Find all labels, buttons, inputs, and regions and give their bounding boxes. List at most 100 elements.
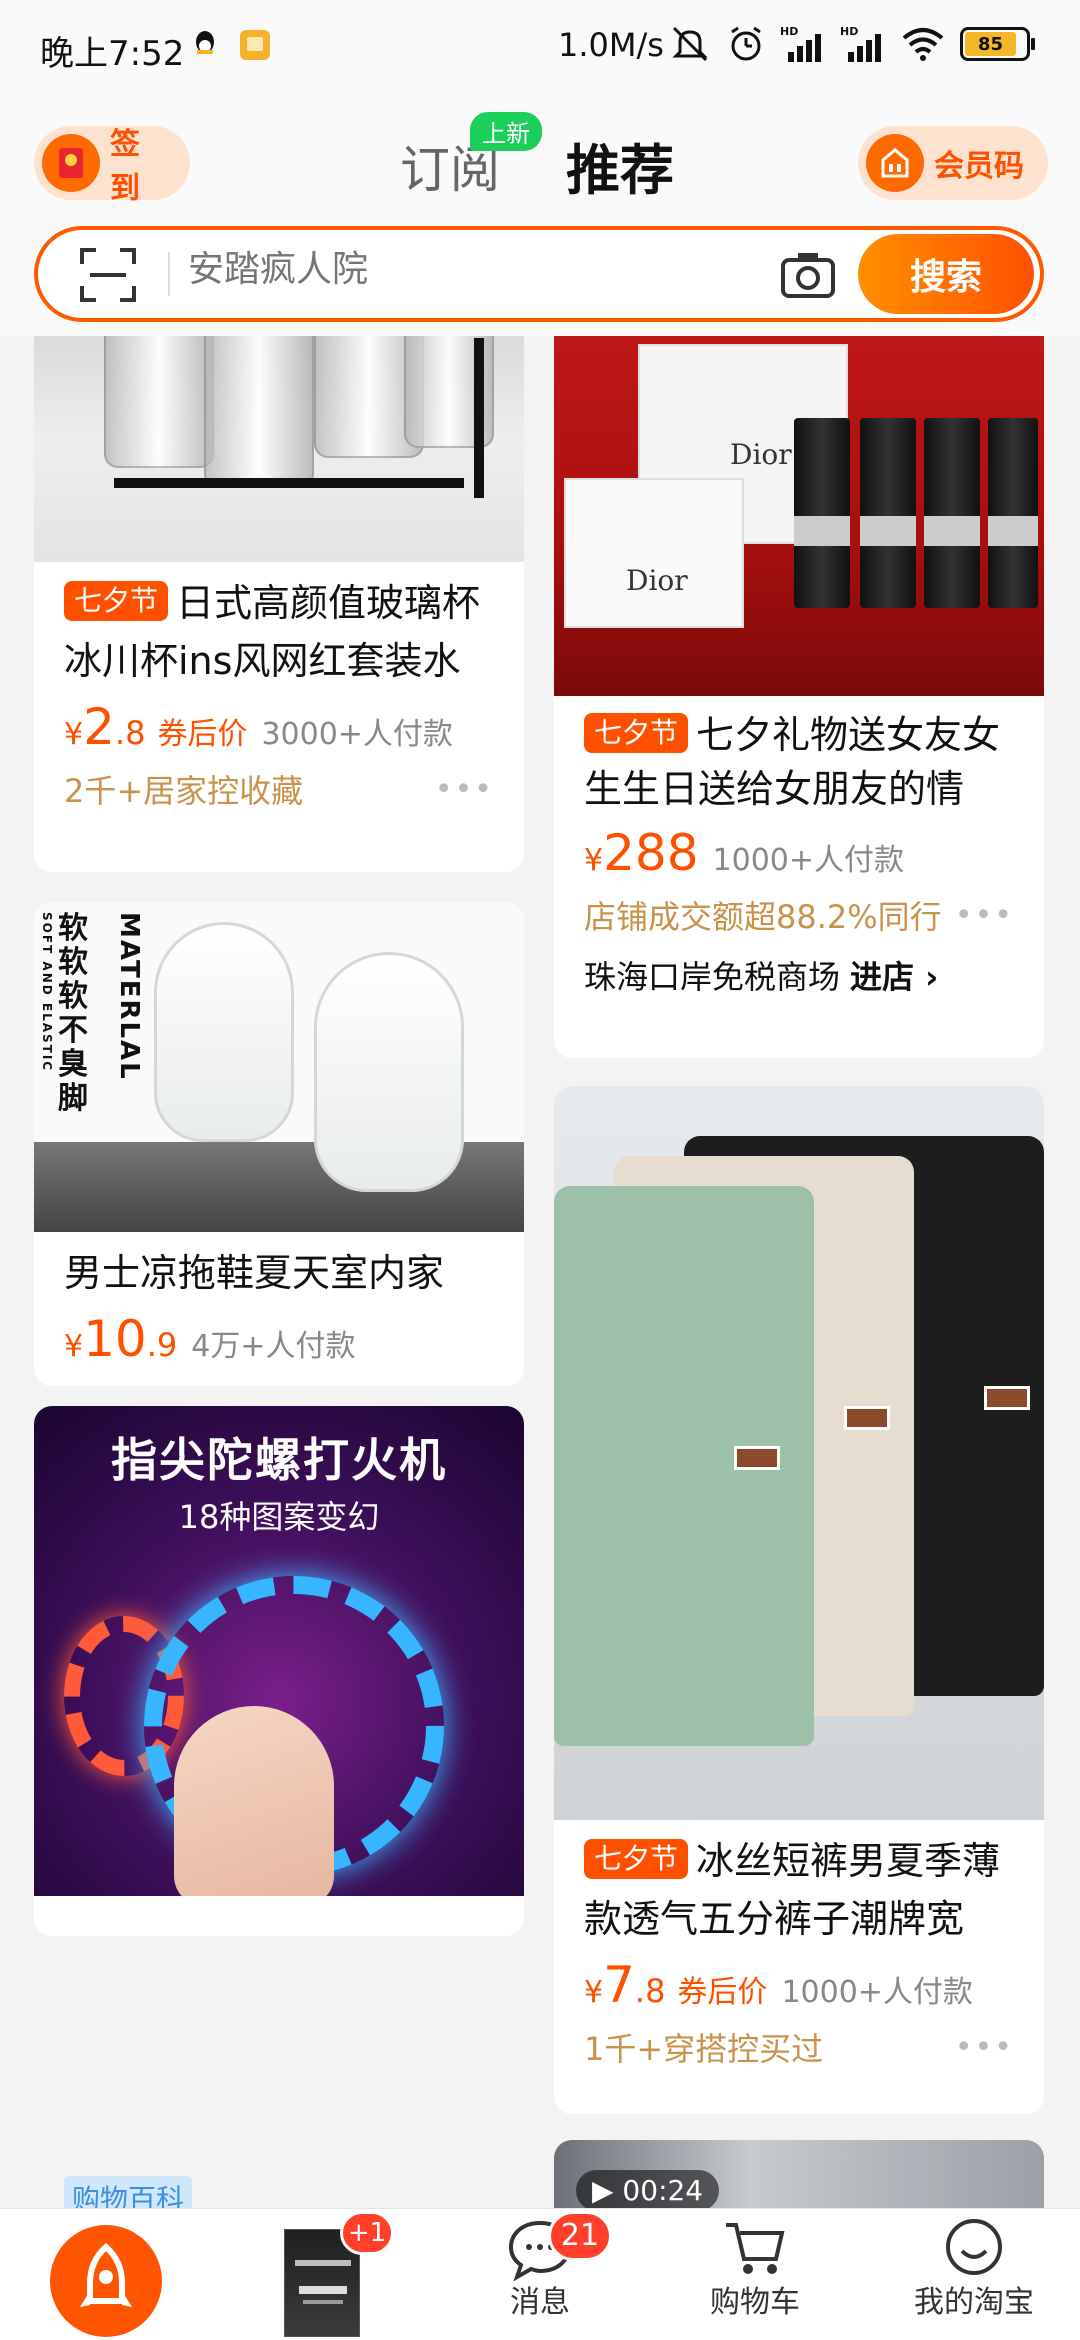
book-badge: +1 [340,2211,394,2255]
price-row: ¥288 1000+人付款 [584,824,905,882]
header: 晚上7:52 1.0M/s HD HD 85 签到 订阅 上新 推荐 会员码 安… [0,0,1080,336]
more-icon[interactable]: ••• [955,2030,1014,2065]
bought-note: 1千+穿搭控买过 [584,2030,824,2068]
product-image-slipper: 软软软不臭脚 MATERLAL SOFT AND ELASTIC [34,902,524,1232]
signin-label: 签到 [110,127,140,206]
product-card-spinner[interactable]: 指尖陀螺打火机 18种图案变幻 [34,1406,524,1936]
sub-row: 店铺成交额超88.2%同行 ••• [554,892,1044,938]
network-speed: 1.0M/s [558,26,664,64]
price-row: ¥10.9 4万+人付款 [64,1310,356,1368]
camera-icon[interactable] [780,250,836,300]
product-title: 七夕节 七夕礼物送女友女生生日送给女朋友的情 [584,713,1001,811]
qq-icon [196,31,214,54]
shop-rank-note: 店铺成交额超88.2%同行 [584,898,942,936]
sub-row: 1千+穿搭控买过 ••• [554,2024,1044,2070]
product-image-spinner: 指尖陀螺打火机 18种图案变幻 [34,1406,524,1896]
bottom-tab-bar: +1 消息 21 购物车 我的淘宝 [0,2208,1080,2340]
svg-text:HD: HD [840,25,858,38]
image-text-en-small: SOFT AND ELASTIC [40,912,54,1073]
qixi-tag: 七夕节 [584,713,689,753]
product-card-video[interactable]: ▶ 00:24 [554,2140,1044,2208]
enter-shop-link[interactable]: 进店 › [850,958,938,996]
search-bar: 搜索 [34,226,1044,322]
signal-hd-1-icon: HD [780,25,821,62]
image-text-en: MATERLAL [114,912,144,1081]
brand-text-bag: Dior [730,438,792,471]
image-text-cn: 软软软不臭脚 [58,911,88,1116]
sold-count: 3000+人付款 [261,717,453,752]
tab-recommend[interactable]: 推荐 [566,126,674,205]
video-duration: ▶ 00:24 [576,2170,720,2208]
signal-hd-2-icon: HD [840,25,881,62]
tab-cart[interactable]: 购物车 [700,2209,810,2340]
image-title: 指尖陀螺打火机 [111,1433,447,1487]
shop-name: 珠海口岸免税商场 [584,958,841,996]
sub-row: 2千+居家控收藏 ••• [34,766,524,812]
messages-badge: 21 [548,2211,612,2261]
status-icons: HD HD 85 [668,24,1035,64]
product-image-shorts [554,1086,1044,1820]
price-row: ¥7.8 券后价 1000+人付款 [584,1956,973,2014]
more-icon[interactable]: ••• [435,1384,494,1387]
brand-text-box: Dior [626,564,688,597]
after-coupon-label: 券后价 [157,717,248,752]
alarm-icon [731,26,761,61]
new-badge: 上新 [470,112,542,151]
product-card-slipper[interactable]: 软软软不臭脚 MATERLAL SOFT AND ELASTIC 男士凉拖鞋夏天… [34,902,524,1386]
favorites-note: 2千+居家控收藏 [64,772,304,810]
notes-app-icon [240,30,270,60]
image-subtitle: 18种图案变幻 [178,1498,380,1536]
product-title: 七夕节 冰丝短裤男夏季薄款透气五分裤子潮牌宽 [584,1839,1001,1941]
price: 7 [603,1956,635,2014]
product-card-glass[interactable]: 七夕节 日式高颜值玻璃杯冰川杯ins风网红套装水 ¥2.8 券后价 3000+人付… [34,336,524,872]
product-card-dior[interactable]: Dior Dior 七夕节 七夕礼物送女友女生生日送给女朋友的情 ¥288 100… [554,336,1044,1058]
product-feed: 七夕节 日式高颜值玻璃杯冰川杯ins风网红套装水 ¥2.8 券后价 3000+人付… [0,336,1080,2208]
product-image-dior: Dior Dior [554,336,1044,696]
cart-label: 购物车 [710,2285,800,2320]
more-icon[interactable]: ••• [955,898,1014,933]
scan-icon[interactable] [80,248,136,302]
product-title: 七夕节 日式高颜值玻璃杯冰川杯ins风网红套装水 [64,581,481,683]
battery-level: 85 [965,32,1016,56]
qixi-tag: 七夕节 [584,1839,689,1879]
signin-button[interactable]: 签到 [34,126,190,206]
top-nav: 签到 订阅 上新 推荐 会员码 [0,112,1080,214]
svg-text:HD: HD [780,25,798,38]
home-rocket-button[interactable] [50,2225,162,2337]
mute-icon [672,26,708,62]
cart-icon [726,2223,785,2274]
my-taobao-label: 我的淘宝 [914,2285,1034,2320]
search-divider [168,252,170,296]
search-input[interactable] [188,248,648,290]
member-code-button[interactable]: 会员码 [858,126,1048,200]
profile-smile-icon [946,2219,1002,2275]
sold-count: 1000+人付款 [781,1975,973,2010]
price: 288 [603,824,699,882]
more-icon[interactable]: ••• [435,772,494,807]
tab-my-taobao[interactable]: 我的淘宝 [904,2209,1044,2340]
sold-count: 1000+人付款 [712,843,905,878]
qixi-tag: 七夕节 [64,581,169,621]
repurchase-note: 居家拖鞋Top回购单品 [64,1378,374,1386]
product-video-thumbnail: ▶ 00:24 [554,2140,1044,2208]
search-button[interactable]: 搜索 [858,234,1034,314]
shop-row[interactable]: 珠海口岸免税商场 进店 › [554,952,1044,998]
product-card-shorts[interactable]: 七夕节 冰丝短裤男夏季薄款透气五分裤子潮牌宽 ¥7.8 券后价 1000+人付款 … [554,1086,1044,2114]
status-bar: 晚上7:52 1.0M/s HD HD 85 [0,0,1080,92]
sold-count: 4万+人付款 [191,1329,356,1364]
status-time: 晚上7:52 [40,34,185,74]
sub-row: 居家拖鞋Top回购单品 ••• [34,1378,524,1387]
battery-icon: 85 [960,27,1035,61]
wifi-icon [902,28,944,61]
product-image-glass [34,336,524,562]
member-code-label: 会员码 [934,149,1024,184]
after-coupon-label: 券后价 [677,1975,768,2010]
member-code-icon [866,134,924,192]
price: 10 [83,1310,147,1368]
product-title: 男士凉拖鞋夏天室内家 [64,1251,445,1295]
price: 2 [83,698,115,756]
rocket-icon [80,2243,132,2307]
messages-label: 消息 [510,2285,570,2320]
price-row: ¥2.8 券后价 3000+人付款 [64,698,453,756]
shopping-wiki-tag: 购物百科 [64,2176,193,2208]
